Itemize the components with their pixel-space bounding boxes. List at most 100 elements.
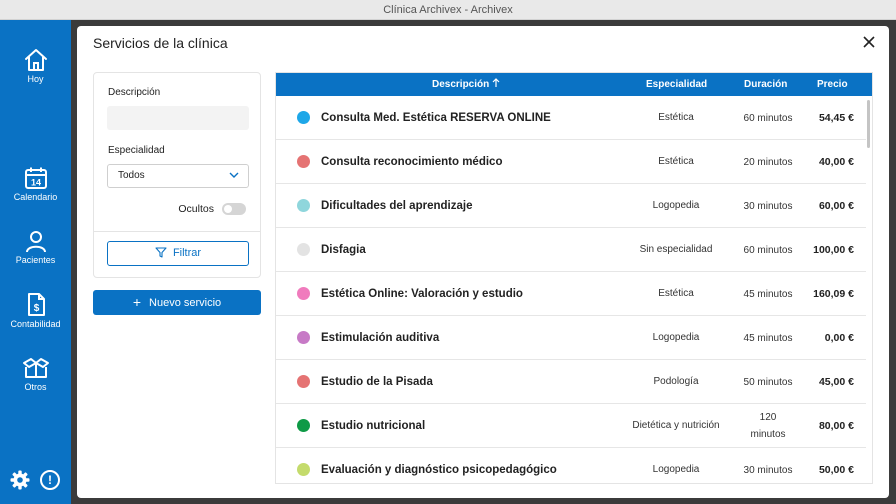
- column-header-duration[interactable]: Duración: [744, 73, 787, 96]
- service-name: Estudio nutricional: [321, 420, 426, 432]
- nav-item-calendario[interactable]: 14 Calendario: [0, 166, 71, 202]
- service-price: 50,00 €: [818, 464, 854, 476]
- column-header-description[interactable]: Descripción: [432, 73, 500, 96]
- service-duration: 60 minutos: [743, 112, 793, 124]
- service-duration: 60 minutos: [743, 244, 793, 256]
- filter-button[interactable]: Filtrar: [107, 241, 249, 266]
- service-duration: 30 minutos: [743, 200, 793, 212]
- service-name: Estudio de la Pisada: [321, 376, 433, 388]
- invoice-dollar-icon: $: [27, 293, 45, 316]
- service-name: Estimulación auditiva: [321, 332, 440, 344]
- sidebar: Hoy 14 Calendario Pacientes $ Contabilid…: [0, 20, 71, 504]
- nav-item-pacientes[interactable]: Pacientes: [0, 229, 71, 265]
- color-dot: [297, 375, 310, 388]
- nav-item-hoy[interactable]: Hoy: [0, 48, 71, 84]
- color-dot: [297, 419, 310, 432]
- description-label: Descripción: [108, 87, 161, 98]
- table-row[interactable]: Estética Online: Valoración y estudio Es…: [276, 272, 866, 316]
- new-service-label: Nuevo servicio: [149, 297, 222, 309]
- service-price: 100,00 €: [813, 244, 854, 256]
- box-icon: [22, 358, 49, 378]
- service-price: 45,00 €: [818, 376, 854, 388]
- service-price: 60,00 €: [818, 200, 854, 212]
- service-specialty: Logopedia: [652, 464, 700, 475]
- service-specialty: Estética: [658, 156, 694, 167]
- column-header-price[interactable]: Precio: [817, 73, 848, 96]
- svg-text:$: $: [33, 303, 39, 314]
- service-specialty: Dietética y nutrición: [632, 420, 720, 431]
- sidebar-bottom: !: [0, 470, 71, 490]
- color-dot: [297, 287, 310, 300]
- user-icon: [25, 231, 46, 253]
- calendar-icon: 14: [24, 167, 47, 189]
- color-dot: [297, 331, 310, 344]
- table-row[interactable]: Consulta Med. Estética RESERVA ONLINE Es…: [276, 96, 866, 140]
- table-row[interactable]: Dificultades del aprendizaje Logopedia 3…: [276, 184, 866, 228]
- nav-label-pacientes: Pacientes: [15, 255, 56, 265]
- hidden-label: Ocultos: [178, 203, 214, 215]
- service-duration: 45 minutos: [743, 288, 793, 300]
- specialty-select[interactable]: Todos: [107, 164, 249, 188]
- filter-icon: [155, 247, 167, 258]
- nav-label-contabilidad: Contabilidad: [10, 319, 61, 329]
- nav-item-otros[interactable]: Otros: [0, 356, 71, 392]
- table-row[interactable]: Estimulación auditiva Logopedia 45 minut…: [276, 316, 866, 360]
- service-specialty: Estética: [658, 288, 694, 299]
- chevron-down-icon: [229, 172, 239, 178]
- color-dot: [297, 111, 310, 124]
- description-input[interactable]: [107, 106, 249, 130]
- color-dot: [297, 155, 310, 168]
- service-price: 54,45 €: [818, 112, 854, 124]
- service-specialty: Podología: [653, 376, 699, 387]
- column-header-specialty[interactable]: Especialidad: [646, 73, 707, 96]
- plus-icon: +: [132, 294, 142, 310]
- gear-icon[interactable]: [10, 470, 30, 490]
- service-duration: 30 minutos: [743, 464, 793, 476]
- color-dot: [297, 243, 310, 256]
- service-specialty: Logopedia: [652, 332, 700, 343]
- service-price: 160,09 €: [813, 288, 854, 300]
- specialty-select-value: Todos: [118, 170, 145, 181]
- service-name: Consulta reconocimiento médico: [321, 156, 503, 168]
- table-row[interactable]: Estudio nutricional Dietética y nutrició…: [276, 404, 866, 448]
- color-dot: [297, 463, 310, 476]
- table-row[interactable]: Evaluación y diagnóstico psicopedagógico…: [276, 448, 866, 483]
- calendar-day-number: 14: [30, 178, 40, 188]
- modal-title: Servicios de la clínica: [93, 35, 228, 51]
- filter-panel: Descripción Especialidad Todos Ocultos F…: [93, 72, 261, 278]
- table-scrollbar[interactable]: [867, 100, 870, 148]
- service-name: Estética Online: Valoración y estudio: [321, 288, 523, 300]
- window-title: Clínica Archivex - Archivex: [0, 0, 896, 20]
- divider: [94, 231, 260, 232]
- color-dot: [297, 199, 310, 212]
- home-icon: [24, 49, 47, 71]
- table-row[interactable]: Estudio de la Pisada Podología 50 minuto…: [276, 360, 866, 404]
- nav-item-contabilidad[interactable]: $ Contabilidad: [0, 292, 71, 329]
- specialty-label: Especialidad: [108, 145, 165, 156]
- service-specialty: Sin especialidad: [639, 244, 713, 255]
- table-row[interactable]: Consulta reconocimiento médico Estética …: [276, 140, 866, 184]
- hidden-toggle[interactable]: [222, 203, 246, 216]
- service-duration: 45 minutos: [743, 332, 793, 344]
- services-table: Descripción Especialidad Duración Precio…: [275, 72, 873, 484]
- service-duration: 20 minutos: [743, 156, 793, 168]
- service-duration: 120 minutos: [750, 412, 786, 440]
- new-service-button[interactable]: + Nuevo servicio: [93, 290, 261, 315]
- table-header: Descripción Especialidad Duración Precio: [276, 73, 872, 96]
- service-name: Dificultades del aprendizaje: [321, 200, 473, 212]
- nav-label-calendario: Calendario: [13, 192, 58, 202]
- service-duration: 50 minutos: [743, 376, 793, 388]
- services-modal: Servicios de la clínica Descripción Espe…: [77, 26, 889, 498]
- service-name: Disfagia: [321, 244, 366, 256]
- nav-label-otros: Otros: [24, 382, 47, 392]
- service-price: 40,00 €: [818, 156, 854, 168]
- service-specialty: Logopedia: [652, 200, 700, 211]
- service-name: Consulta Med. Estética RESERVA ONLINE: [321, 112, 551, 124]
- nav-label-hoy: Hoy: [27, 74, 44, 84]
- service-price: 80,00 €: [818, 420, 854, 432]
- table-row[interactable]: Disfagia Sin especialidad 60 minutos 100…: [276, 228, 866, 272]
- service-name: Evaluación y diagnóstico psicopedagógico: [321, 464, 557, 476]
- info-icon[interactable]: !: [40, 470, 60, 490]
- sort-ascending-icon: [492, 78, 500, 87]
- close-icon[interactable]: [861, 34, 877, 50]
